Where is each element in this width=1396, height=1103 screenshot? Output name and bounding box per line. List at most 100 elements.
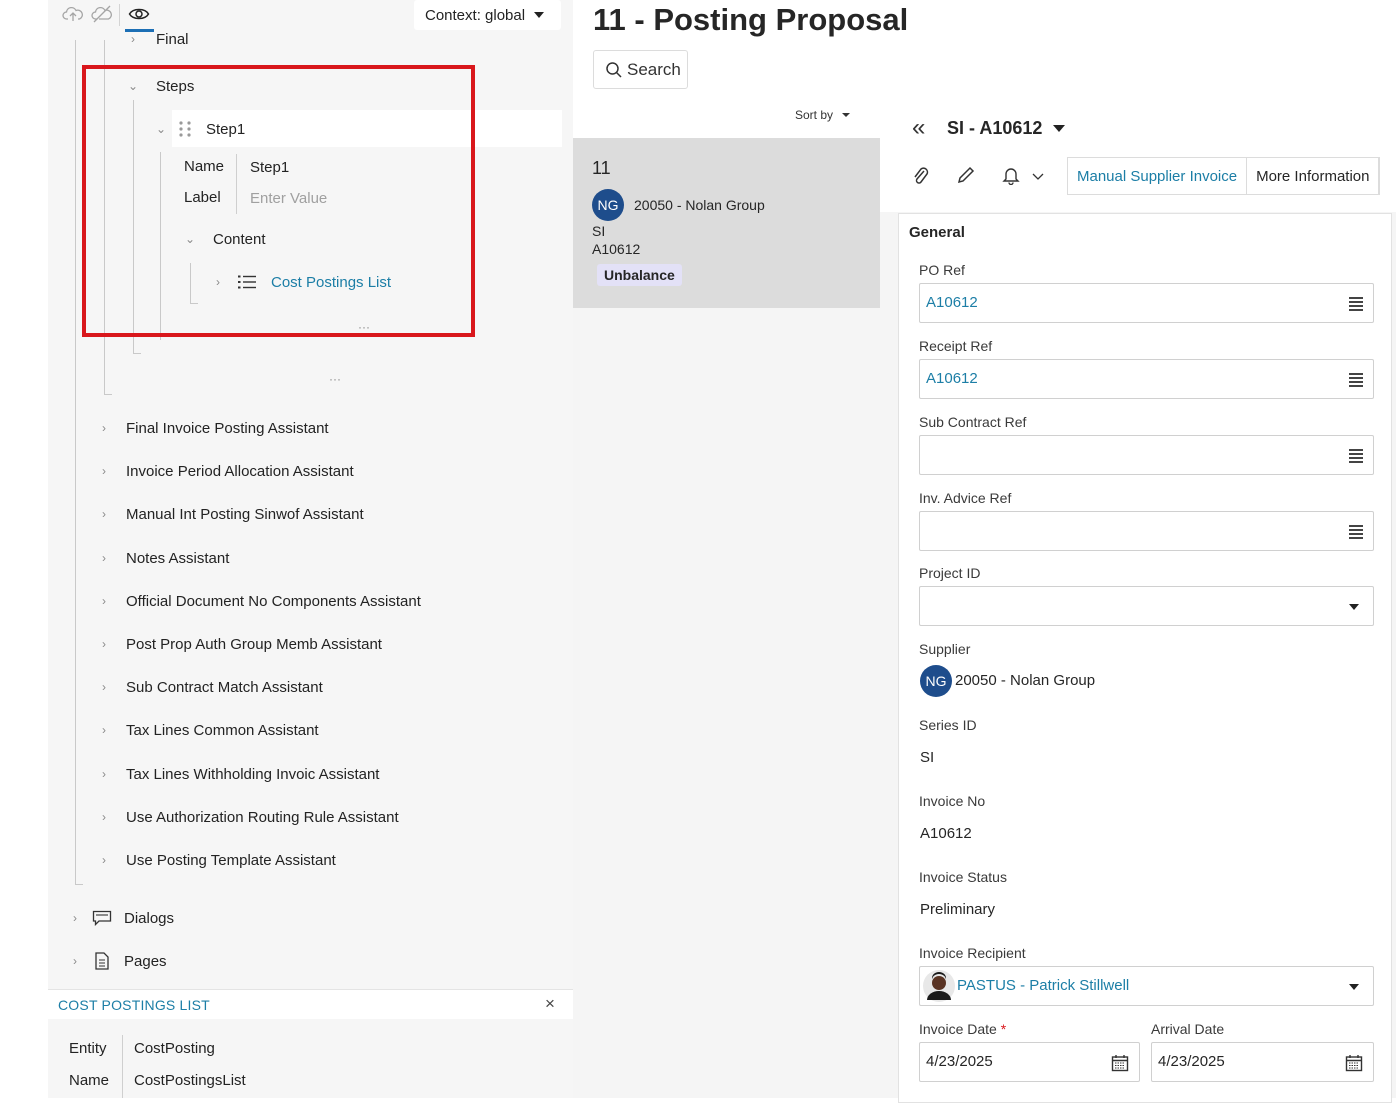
sort-label: Sort by [795,108,834,122]
inv-advice-ref-field[interactable] [919,511,1374,551]
series-id-label: Series ID [919,717,977,733]
page-title: 11 - Posting Proposal [593,2,909,37]
tree-item-final[interactable]: › Final [126,30,189,48]
context-dropdown[interactable]: Context: global [414,0,561,30]
cloud-off-icon[interactable] [91,5,113,23]
chevron-right-icon: › [102,551,106,565]
card-series: SI [592,223,606,239]
collapse-icon[interactable]: « [912,114,925,142]
invoice-date-label-text: Invoice Date [919,1021,997,1037]
list-panel: Sort by 11 NG 20050 - Nolan Group SI A10… [573,100,880,1098]
chevron-right-icon: › [73,954,77,968]
invoice-date-value[interactable]: 4/23/2025 [926,1053,993,1070]
tree-item-label: Pages [124,952,167,970]
eye-icon[interactable] [128,6,150,22]
sort-by-button[interactable]: Sort by [795,108,851,122]
arrival-date-field[interactable]: 4/23/2025 [1151,1042,1374,1082]
dialog-icon [92,910,112,926]
edit-icon[interactable] [957,166,975,184]
calendar-icon[interactable] [1111,1054,1129,1072]
tree-item-label: Notes Assistant [126,549,230,567]
tree-guide-line [75,884,83,885]
tree-item-assistant[interactable]: › Sub Contract Match Assistant [97,675,323,699]
tree-item-label: Manual Int Posting Sinwof Assistant [126,505,364,523]
chevron-right-icon: › [102,637,106,651]
chevron-right-icon: › [102,810,106,824]
tree-item-label: Invoice Period Allocation Assistant [126,462,354,480]
tree-item-assistant[interactable]: › Use Posting Template Assistant [97,848,336,872]
tree-item-assistant[interactable]: › Invoice Period Allocation Assistant [97,459,354,483]
bell-icon[interactable] [1002,166,1020,185]
po-ref-field[interactable]: A10612 [919,283,1374,323]
tree-item-assistant[interactable]: › Tax Lines Common Assistant [97,718,319,742]
lov-icon[interactable] [1349,373,1363,387]
caret-down-icon [1053,125,1066,132]
tree-item-assistant[interactable]: › Notes Assistant [97,546,229,570]
avatar-initials: NG [597,197,619,213]
tree-item-assistant[interactable]: › Official Document No Components Assista… [97,589,421,613]
avatar: NG [920,665,952,697]
name-label: Name [69,1072,110,1089]
detail-header [880,100,1396,212]
arrival-date-value[interactable]: 4/23/2025 [1158,1053,1225,1070]
list-toolbar: Sort by [573,100,880,138]
chevron-right-icon: › [102,507,106,521]
tab-bar: Manual Supplier Invoice More Information [1067,157,1381,195]
series-id-value: SI [920,749,935,766]
paperclip-icon[interactable] [912,166,930,186]
tree-item-assistant[interactable]: › Post Prop Auth Group Memb Assistant [97,632,382,656]
tree-guide-line [104,394,112,395]
tree-item-label: Post Prop Auth Group Memb Assistant [126,635,382,653]
required-mark: * [1000,1021,1007,1037]
tree-item-label: Use Posting Template Assistant [126,851,336,869]
lov-icon[interactable] [1349,449,1363,463]
calendar-icon[interactable] [1345,1054,1363,1072]
tree-item-assistant[interactable]: › Final Invoice Posting Assistant [97,416,329,440]
invoice-recipient-select[interactable]: PASTUS - Patrick Stillwell [919,966,1374,1006]
supplier-value[interactable]: 20050 - Nolan Group [955,672,1095,689]
invoice-no-label: Invoice No [919,793,986,809]
lov-icon[interactable] [1349,525,1363,539]
general-section: General PO Ref A10612 Receipt Ref A10612… [898,213,1392,1103]
tree-item-label: Final Invoice Posting Assistant [126,419,329,437]
tree-item-dialogs[interactable]: › Dialogs [68,906,174,930]
props-panel-body: Entity CostPosting Name CostPostingsList [48,1019,573,1098]
designer-panel: Context: global › Final ⌄ Steps ⌄ Step1 … [48,0,573,1098]
tree-item-label: Tax Lines Common Assistant [126,721,319,739]
tree-item-assistant[interactable]: › Use Authorization Routing Rule Assistan… [97,805,399,829]
invoice-no-value: A10612 [920,825,972,842]
project-id-label: Project ID [919,565,981,581]
search-icon [606,61,622,78]
po-ref-value[interactable]: A10612 [926,294,978,311]
lov-icon[interactable] [1349,297,1363,311]
more-icon[interactable]: ··· [329,372,341,386]
chevron-down-icon[interactable] [1032,173,1044,181]
chevron-right-icon: › [102,594,106,608]
receipt-ref-value[interactable]: A10612 [926,370,978,387]
caret-down-icon [1349,984,1359,990]
close-icon[interactable]: × [545,994,555,1014]
tab-more-information[interactable]: More Information [1247,158,1380,194]
invoice-date-field[interactable]: 4/23/2025 [919,1042,1140,1082]
inv-advice-ref-label: Inv. Advice Ref [919,490,1012,506]
list-item[interactable]: 11 NG 20050 - Nolan Group SI A10612 Unba… [573,138,880,308]
tree-item-label: Use Authorization Routing Rule Assistant [126,808,399,826]
tree-item-pages[interactable]: › Pages [68,949,167,973]
record-selector[interactable]: SI - A10612 [947,118,1066,139]
caret-down-icon [842,113,851,117]
name-value[interactable]: CostPostingsList [134,1072,246,1089]
invoice-recipient-value[interactable]: PASTUS - Patrick Stillwell [957,977,1129,994]
tab-manual-supplier-invoice[interactable]: Manual Supplier Invoice [1068,158,1248,194]
sub-contract-ref-field[interactable] [919,435,1374,475]
search-button[interactable]: Search [593,50,688,89]
receipt-ref-field[interactable]: A10612 [919,359,1374,399]
tree-item-label: Official Document No Components Assistan… [126,592,421,610]
props-panel-title: COST POSTINGS LIST [58,997,210,1013]
context-label: Context: global [425,6,526,24]
page-icon [95,952,109,970]
entity-value[interactable]: CostPosting [134,1040,215,1057]
tree-item-assistant[interactable]: › Tax Lines Withholding Invoic Assistant [97,762,379,786]
cloud-upload-icon[interactable] [62,5,84,23]
tree-item-assistant[interactable]: › Manual Int Posting Sinwof Assistant [97,502,364,526]
project-id-select[interactable] [919,586,1374,626]
